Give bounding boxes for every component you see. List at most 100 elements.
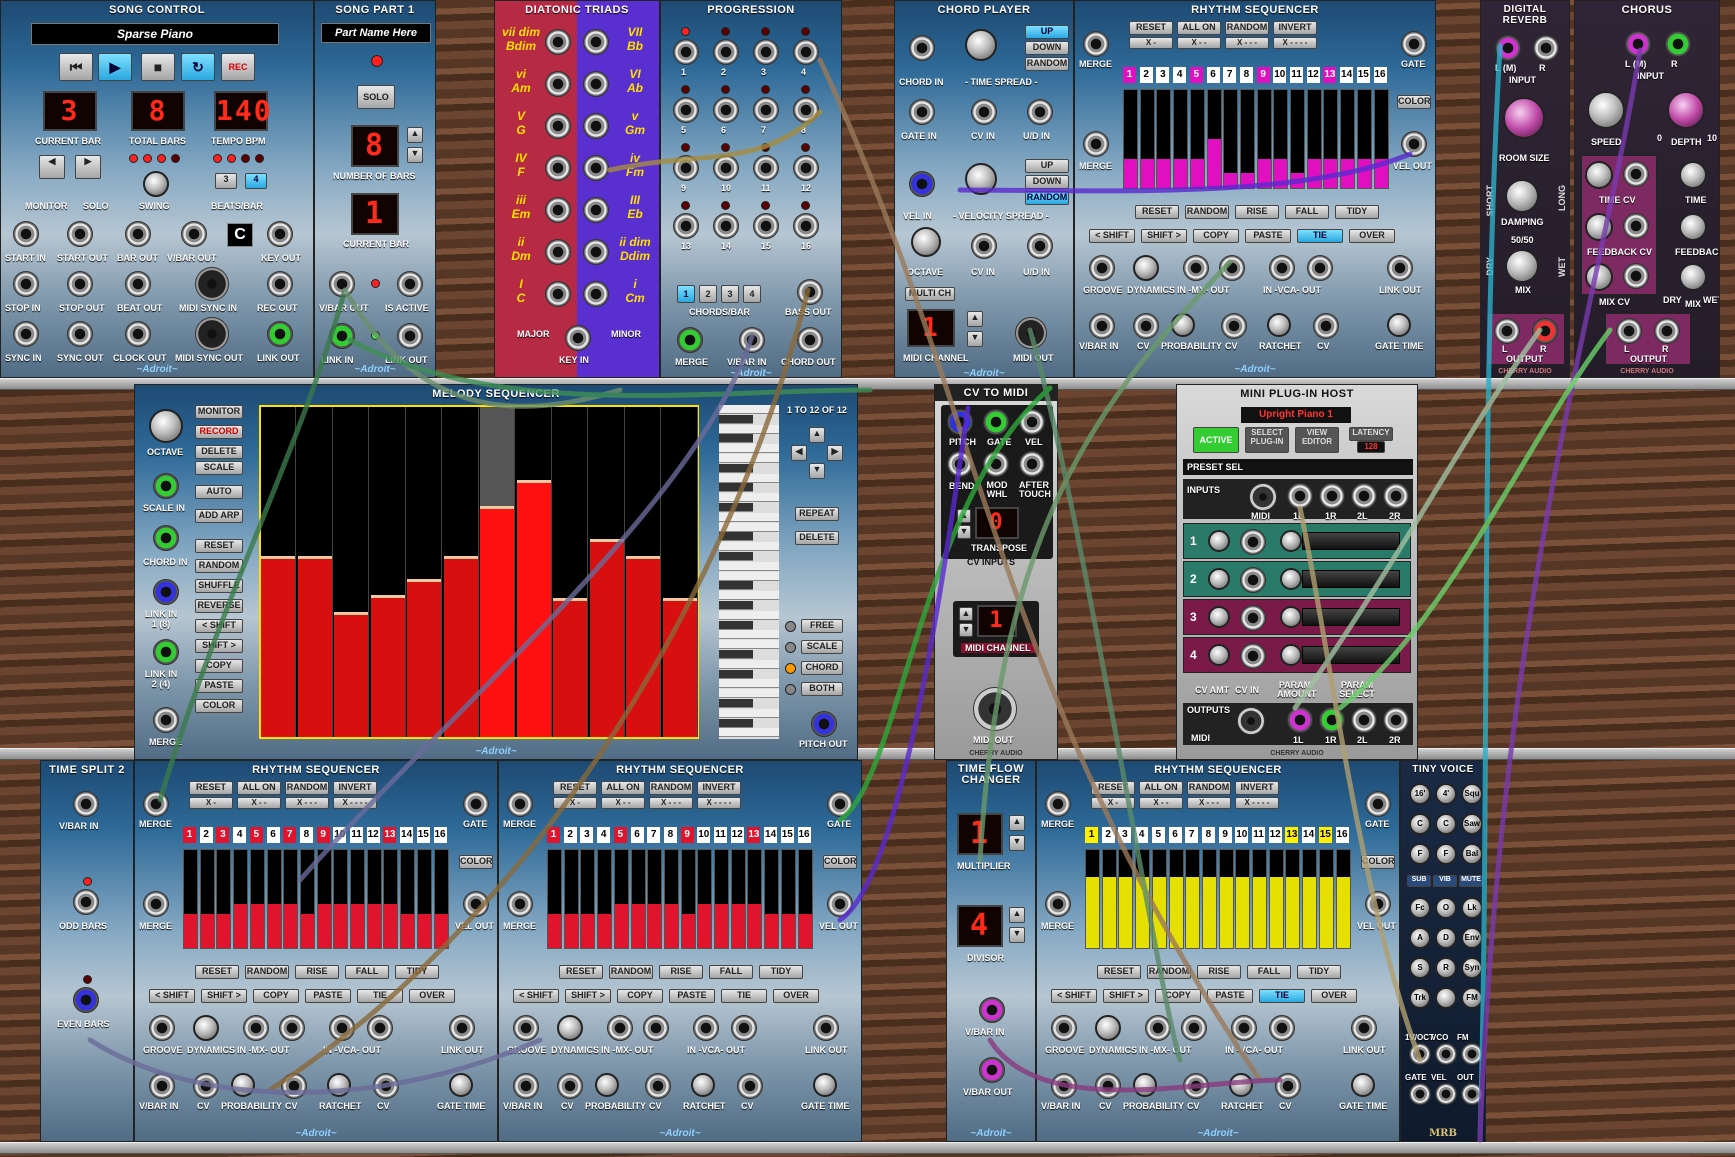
time-knob[interactable] — [1679, 161, 1707, 189]
piano-key[interactable] — [719, 552, 753, 561]
pattern-length-button[interactable]: X - — [189, 797, 233, 809]
chords-per-bar-button[interactable]: 4 — [743, 285, 761, 303]
step-number[interactable]: 10 — [333, 827, 347, 843]
input-2r-jack[interactable] — [1383, 483, 1409, 509]
ratchet-knob[interactable] — [691, 1073, 715, 1097]
voice-knob[interactable]: F — [1435, 843, 1457, 865]
cv-amount-knob[interactable] — [1208, 606, 1230, 628]
mod-wheel-jack[interactable] — [983, 451, 1009, 477]
ratchet-knob[interactable] — [1229, 1073, 1253, 1097]
v-bar-in-jack[interactable] — [513, 1073, 539, 1099]
step-number[interactable]: 14 — [764, 827, 778, 843]
piano-key[interactable] — [719, 561, 779, 571]
velocity-bar[interactable] — [563, 849, 579, 949]
mode-led[interactable] — [785, 621, 796, 632]
edit-button[interactable]: PASTE — [305, 989, 351, 1003]
u-d-in-jack[interactable] — [1027, 233, 1053, 259]
merge-jack[interactable] — [507, 891, 533, 917]
minor-chord-jack[interactable] — [583, 281, 609, 307]
bar-forward-button[interactable]: ▶ — [75, 155, 101, 179]
link-out-jack[interactable] — [449, 1015, 475, 1041]
step-number[interactable]: 7 — [283, 827, 297, 843]
room-size-knob[interactable] — [1503, 97, 1545, 139]
v-bar-in-jack[interactable] — [149, 1073, 175, 1099]
pattern-length-button[interactable]: X - - - — [1225, 37, 1269, 49]
step-number[interactable]: 1 — [1085, 827, 1098, 843]
step-number[interactable]: 1 — [547, 827, 560, 843]
note-column[interactable] — [334, 407, 369, 737]
note-column[interactable] — [626, 407, 661, 737]
melody-action-button[interactable]: COPY — [195, 659, 243, 673]
edit-button[interactable]: SHIFT > — [565, 989, 611, 1003]
increment-button[interactable]: ▲ — [1009, 907, 1025, 923]
beats-3-button[interactable]: 3 — [215, 173, 237, 189]
cv-in-jack[interactable] — [1240, 643, 1266, 669]
cv-jack[interactable] — [737, 1073, 763, 1099]
piano-key[interactable] — [719, 669, 753, 679]
vca-in-jack[interactable] — [1231, 1015, 1257, 1041]
param-select-display[interactable] — [1302, 646, 1400, 664]
shape-button[interactable]: FALL — [345, 965, 389, 979]
melody-action-button[interactable]: < SHIFT — [195, 619, 243, 633]
input-1r-jack[interactable] — [1319, 483, 1345, 509]
step-number[interactable]: 8 — [1239, 67, 1253, 83]
select-plugin-button[interactable]: SELECT PLUG-IN — [1245, 427, 1289, 453]
step-number[interactable]: 16 — [1335, 827, 1349, 843]
shape-button[interactable]: RISE — [1197, 965, 1241, 979]
input-right-jack[interactable] — [1533, 35, 1559, 61]
pattern-button[interactable]: ALL ON — [237, 781, 281, 795]
edit-button[interactable]: TIE — [1297, 229, 1343, 243]
stop-out-jack[interactable] — [67, 271, 93, 297]
major-chord-jack[interactable] — [545, 197, 571, 223]
note-column[interactable] — [407, 407, 442, 737]
step-number[interactable]: 2 — [1139, 67, 1153, 83]
chord-in-jack[interactable] — [153, 525, 179, 551]
piano-key[interactable] — [719, 405, 779, 414]
chords-per-bar-button[interactable]: 1 — [677, 285, 695, 303]
velocity-bar[interactable] — [216, 849, 232, 949]
cv-amount-knob[interactable] — [1208, 644, 1230, 666]
voice-knob[interactable]: Bal — [1461, 843, 1483, 865]
stop-button[interactable]: ■ — [141, 53, 175, 81]
edit-button[interactable]: COPY — [617, 989, 663, 1003]
velocity-bar[interactable] — [1173, 89, 1189, 189]
link-out-jack[interactable] — [1387, 255, 1413, 281]
v-bar-in-jack[interactable] — [979, 997, 1005, 1023]
probability-knob[interactable] — [1133, 1073, 1157, 1097]
step-number[interactable]: 3 — [216, 827, 230, 843]
edit-button[interactable]: COPY — [1155, 989, 1201, 1003]
mix-knob[interactable] — [1679, 263, 1707, 291]
cv-jack[interactable] — [1313, 313, 1339, 339]
velocity-bar[interactable] — [1206, 89, 1222, 189]
shape-button[interactable]: TIDY — [759, 965, 803, 979]
piano-key[interactable] — [719, 679, 779, 689]
piano-key[interactable] — [719, 522, 779, 532]
note-column[interactable] — [261, 407, 296, 737]
key-out-jack[interactable] — [267, 221, 293, 247]
velocity-bar[interactable] — [1201, 849, 1217, 949]
bass-out-jack[interactable] — [797, 279, 823, 305]
voice-knob[interactable]: Trk — [1409, 987, 1431, 1009]
shape-button[interactable]: RESET — [1097, 965, 1141, 979]
melody-action-button[interactable]: COLOR — [195, 699, 243, 713]
major-chord-jack[interactable] — [545, 281, 571, 307]
piano-key[interactable] — [719, 454, 779, 463]
pattern-button[interactable]: INVERT — [697, 781, 741, 795]
edit-button[interactable]: PASTE — [1207, 989, 1253, 1003]
note-grid[interactable] — [259, 405, 699, 739]
vca-in-jack[interactable] — [693, 1015, 719, 1041]
step-number[interactable]: 3 — [1156, 67, 1170, 83]
step-number[interactable]: 9 — [680, 827, 694, 843]
vel-in-jack[interactable] — [909, 171, 935, 197]
piano-key[interactable] — [719, 640, 779, 650]
pattern-button[interactable]: INVERT — [333, 781, 377, 795]
pattern-button[interactable]: ALL ON — [1139, 781, 1183, 795]
step-number[interactable]: 2 — [199, 827, 213, 843]
velocity-bar[interactable] — [1273, 89, 1289, 189]
step-number[interactable]: 10 — [1235, 827, 1249, 843]
voice-toggle[interactable]: VIB — [1433, 875, 1457, 887]
mix-knob[interactable] — [1505, 249, 1539, 283]
melody-action-button[interactable]: RESET — [195, 539, 243, 553]
vel-jack[interactable] — [1019, 409, 1045, 435]
velocity-bar[interactable] — [283, 849, 299, 949]
